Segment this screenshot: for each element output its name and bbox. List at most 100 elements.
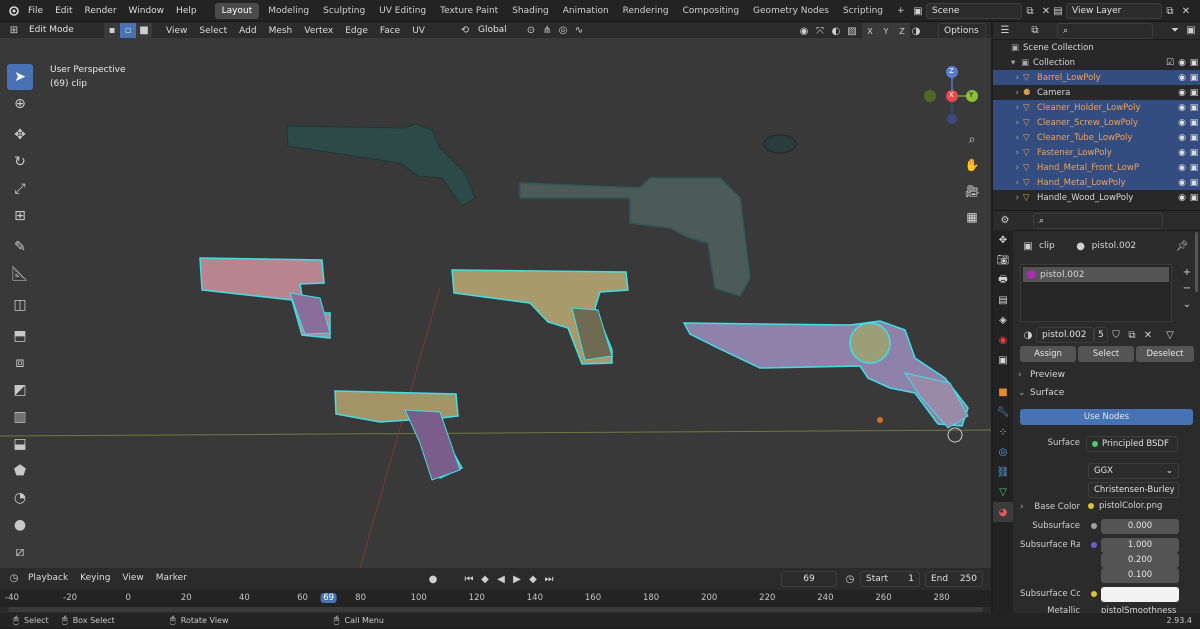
expand-icon[interactable]: › <box>993 73 1023 83</box>
outliner-item[interactable]: › ▽ Handle_Wood_LowPoly ◉ ▣ <box>993 190 1200 205</box>
inset-tool-icon[interactable]: ⧈ <box>7 350 33 376</box>
display-mode-icon[interactable]: ⧉ <box>1027 23 1043 39</box>
scene-tab-icon[interactable]: ◈ <box>993 310 1013 330</box>
eye-icon[interactable]: ◉ <box>1176 118 1188 128</box>
checkbox-icon[interactable]: ☑ <box>1164 58 1176 68</box>
stopwatch-icon[interactable]: ◷ <box>842 571 858 587</box>
slot-menu-button[interactable]: ⌄ <box>1179 296 1195 312</box>
hand-icon[interactable]: ✋ <box>961 154 983 176</box>
visibility-icon[interactable]: ◉ <box>796 23 812 39</box>
expand-icon[interactable]: › <box>993 163 1023 173</box>
scale-tool-icon[interactable]: ⤢ <box>7 176 33 202</box>
view-layer-selector[interactable]: ▤ View Layer ⧉ ✕ <box>1050 3 1194 19</box>
extrude-tool-icon[interactable]: ⬒ <box>7 323 33 349</box>
deselect-button[interactable]: Deselect <box>1136 346 1194 362</box>
face-select-icon[interactable]: ■ <box>136 22 152 39</box>
chevron-right-icon[interactable]: › <box>1020 502 1030 512</box>
bevel-tool-icon[interactable]: ◩ <box>7 377 33 403</box>
eye-icon[interactable]: ◉ <box>1176 133 1188 143</box>
constraints-tab-icon[interactable]: ⛓︎ <box>993 462 1013 482</box>
properties-editor-icon[interactable]: ⚙ <box>997 213 1013 229</box>
properties-scrollbar[interactable] <box>1195 232 1198 292</box>
assign-button[interactable]: Assign <box>1020 346 1076 362</box>
play-reverse-icon[interactable]: ◀ <box>493 571 509 587</box>
tab-scripting[interactable]: Scripting <box>836 0 890 22</box>
add-workspace-button[interactable]: + <box>890 0 912 22</box>
cursor-tool-icon[interactable]: ⊕ <box>7 91 33 117</box>
outliner-scene-collection[interactable]: ▣ Scene Collection <box>993 40 1200 55</box>
new-collection-icon[interactable]: ▣ <box>1183 23 1199 39</box>
distribution-select[interactable]: GGX ⌄ <box>1088 463 1179 479</box>
camera-render-icon[interactable]: ▣ <box>1188 163 1200 173</box>
play-icon[interactable]: ▶ <box>509 571 525 587</box>
render-tab-icon[interactable]: 📷︎ <box>993 250 1013 270</box>
surface-shader-select[interactable]: Principled BSDF <box>1086 436 1178 452</box>
outliner-editor-icon[interactable]: ☰ <box>997 23 1013 39</box>
preview-panel-header[interactable]: › Preview <box>1018 370 1065 380</box>
spin-tool-icon[interactable]: ◔ <box>7 485 33 511</box>
select-tool-icon[interactable]: ➤ <box>7 64 33 90</box>
menu-window[interactable]: Window <box>123 0 171 22</box>
start-frame-field[interactable]: Start 1 <box>860 571 920 587</box>
edge-slide-tool-icon[interactable]: ⧄ <box>7 539 33 565</box>
mirror-y-button[interactable]: Y <box>878 23 894 39</box>
physics-tab-icon[interactable]: ◎ <box>993 442 1013 462</box>
poly-build-tool-icon[interactable]: ⬟ <box>7 458 33 484</box>
eye-icon[interactable]: ◉ <box>1176 193 1188 203</box>
current-frame-marker[interactable]: 69 <box>320 593 338 603</box>
material-tab-icon[interactable]: ◕ <box>993 502 1013 522</box>
world-tab-icon[interactable]: ◉ <box>993 330 1013 350</box>
camera-render-icon[interactable]: ▣ <box>1188 178 1200 188</box>
smooth-tool-icon[interactable]: ● <box>7 512 33 538</box>
data-tab-icon[interactable]: ▽ <box>993 482 1013 502</box>
edge-select-icon[interactable]: ▫ <box>120 22 136 39</box>
pin-icon[interactable]: 📌︎ <box>1174 238 1190 254</box>
menu-help[interactable]: Help <box>170 0 203 22</box>
scene-name-field[interactable]: Scene <box>926 3 1022 19</box>
expand-icon[interactable]: ▾ <box>1011 58 1021 68</box>
shading-rendered-icon[interactable]: ◑ <box>908 23 924 39</box>
link-type-icon[interactable]: ▽ <box>1162 327 1178 343</box>
outliner-item[interactable]: › ▽ Cleaner_Screw_LowPoly ◉ ▣ <box>993 115 1200 130</box>
pivot-icon[interactable]: ⊙ <box>523 23 539 39</box>
falloff-icon[interactable]: ∿ <box>571 23 587 39</box>
view-layer-tab-icon[interactable]: ▤ <box>993 290 1013 310</box>
modifier-tab-icon[interactable]: 🔧︎ <box>993 402 1013 422</box>
filter-icon[interactable]: ⏷ <box>1167 23 1183 39</box>
close-icon[interactable]: ✕ <box>1178 3 1194 19</box>
outliner-search-input[interactable]: ⌕ <box>1057 22 1153 39</box>
unlink-material-icon[interactable]: ✕ <box>1140 327 1156 343</box>
add-cube-tool-icon[interactable]: ◫ <box>7 292 33 318</box>
keying-menu[interactable]: Keying <box>74 567 116 589</box>
jump-end-icon[interactable]: ⏭ <box>541 571 557 587</box>
fake-user-icon[interactable]: ⛉ <box>1108 327 1124 343</box>
camera-render-icon[interactable]: ▣ <box>1188 58 1200 68</box>
tab-rendering[interactable]: Rendering <box>616 0 676 22</box>
subsurface-color-swatch[interactable] <box>1101 587 1179 602</box>
frame-ruler[interactable] <box>0 590 991 607</box>
camera-render-icon[interactable]: ▣ <box>1188 193 1200 203</box>
outliner-item[interactable]: › ▽ Barrel_LowPoly ◉ ▣ <box>993 70 1200 85</box>
expand-icon[interactable]: › <box>993 88 1023 98</box>
camera-render-icon[interactable]: ▣ <box>1188 118 1200 128</box>
options-dropdown[interactable]: Options <box>938 23 986 39</box>
current-frame-field[interactable]: 69 <box>781 571 837 587</box>
outliner-item[interactable]: › ⚈ Camera ◉ ▣ <box>993 85 1200 100</box>
outliner-item[interactable]: › ▽ Cleaner_Holder_LowPoly ◉ ▣ <box>993 100 1200 115</box>
material-datablock-field[interactable]: pistol.002 <box>1036 327 1094 343</box>
subsurface-radius-x[interactable]: 1.000 <box>1101 538 1179 553</box>
tab-animation[interactable]: Animation <box>556 0 616 22</box>
zoom-icon[interactable]: ⌕ <box>961 128 983 150</box>
timeline-scrollbar[interactable] <box>8 607 983 612</box>
subsurface-radius-y[interactable]: 0.200 <box>1101 553 1179 568</box>
outliner-item[interactable]: › ▽ Hand_Metal_LowPoly ◉ ▣ <box>993 175 1200 190</box>
record-icon[interactable]: ● <box>425 571 441 587</box>
eye-icon[interactable]: ◉ <box>1176 58 1188 68</box>
menu-file[interactable]: File <box>22 0 49 22</box>
orientation-select[interactable]: Global <box>473 23 523 39</box>
editor-type-icon[interactable]: ⊞ <box>6 23 22 39</box>
tool-tab-icon[interactable]: ✥ <box>993 230 1013 250</box>
navigation-gizmo[interactable]: Z Y X <box>922 64 982 124</box>
expand-icon[interactable]: › <box>993 133 1023 143</box>
outliner-item[interactable]: › ▽ Fastener_LowPoly ◉ ▣ <box>993 145 1200 160</box>
